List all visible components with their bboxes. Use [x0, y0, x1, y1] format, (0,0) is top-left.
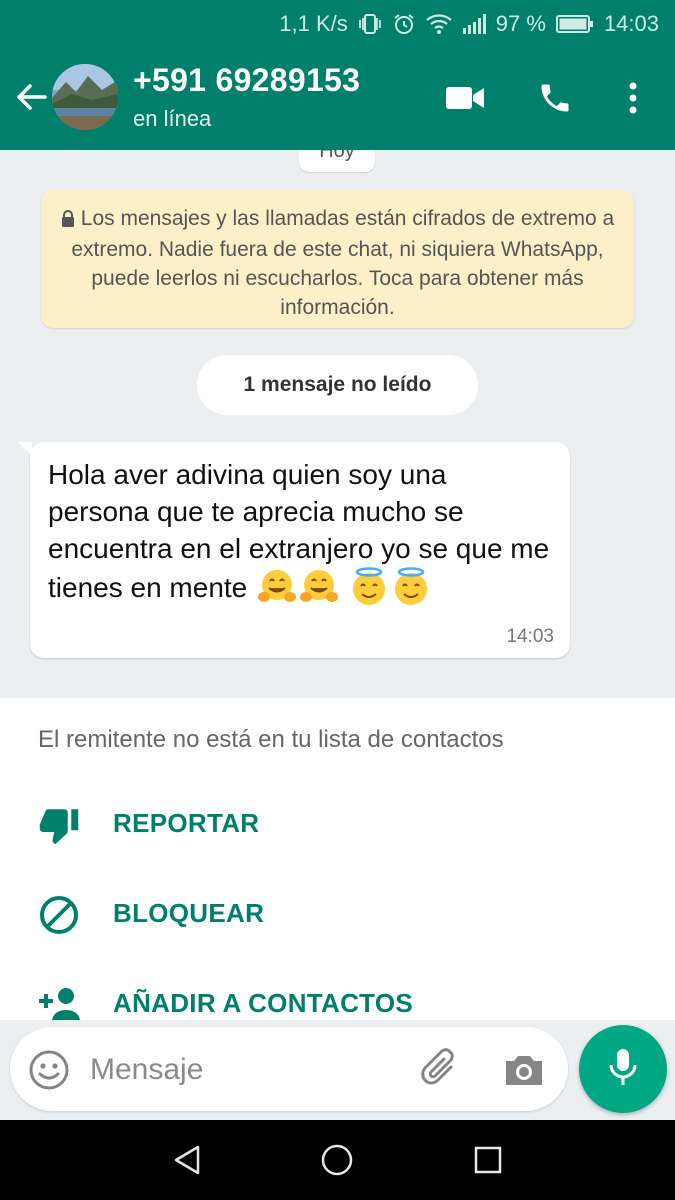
attach-icon[interactable] — [418, 1047, 464, 1093]
battery-icon — [555, 14, 594, 34]
unread-chip: 1 mensaje no leído — [197, 355, 478, 415]
clock: 14:03 — [603, 11, 659, 36]
add-to-contacts-button[interactable]: AÑADIR A CONTACTOS — [0, 970, 675, 1020]
hugging-face-icon — [299, 567, 339, 607]
message-composer — [10, 1027, 568, 1111]
encryption-text: Los mensajes y las llamadas están cifrad… — [71, 207, 615, 319]
back-triangle-icon[interactable] — [165, 1138, 209, 1182]
more-vert-icon[interactable] — [613, 78, 653, 118]
chat-header: +591 69289153 en línea — [0, 48, 675, 150]
unknown-sender-title: El remitente no está en tu lista de cont… — [38, 726, 504, 753]
chat-area[interactable]: Hoy Los mensajes y las llamadas están ci… — [0, 150, 675, 698]
alarm-icon — [392, 12, 416, 36]
lock-icon — [61, 206, 75, 235]
net-speed: 1,1 K/s — [279, 11, 348, 36]
message-text-container: Hola aver adivina quien soy una persona … — [48, 456, 552, 607]
status-bar: 1,1 K/s 97 % 14:03 — [0, 0, 675, 48]
message-time: 14:03 — [506, 626, 554, 647]
back-arrow-icon[interactable] — [12, 78, 50, 116]
phone-icon[interactable] — [535, 78, 575, 118]
signal-icon — [462, 14, 486, 34]
block-label: BLOQUEAR — [113, 898, 265, 928]
report-button[interactable]: REPORTAR — [0, 790, 675, 860]
recents-square-icon[interactable] — [466, 1138, 510, 1182]
report-label: REPORTAR — [113, 808, 260, 838]
smiling-face-with-halo-icon — [391, 567, 431, 607]
add-to-contacts-label: AÑADIR A CONTACTOS — [113, 988, 414, 1018]
system-nav-bar — [0, 1120, 675, 1200]
thumbs-down-icon — [38, 804, 80, 846]
camera-icon[interactable] — [502, 1049, 546, 1091]
mic-icon — [607, 1047, 639, 1092]
message-input[interactable] — [90, 1049, 390, 1091]
date-chip: Hoy — [299, 150, 375, 172]
smiling-face-with-halo-icon — [349, 567, 389, 607]
unknown-sender-panel: El remitente no está en tu lista de cont… — [0, 698, 675, 1020]
emoji-icon[interactable] — [28, 1049, 70, 1091]
block-button[interactable]: BLOQUEAR — [0, 880, 675, 950]
add-person-icon — [38, 984, 80, 1020]
wifi-icon — [426, 13, 452, 35]
message-bubble[interactable]: Hola aver adivina quien soy una persona … — [18, 442, 570, 658]
block-icon — [38, 894, 80, 936]
battery-percent: 97 % — [495, 11, 546, 36]
video-call-icon[interactable] — [445, 78, 485, 118]
avatar[interactable] — [52, 64, 118, 130]
home-circle-icon[interactable] — [315, 1138, 359, 1182]
contact-status: en línea — [133, 106, 212, 131]
vibrate-icon — [358, 13, 382, 35]
hugging-face-icon — [257, 567, 297, 607]
contact-name[interactable]: +591 69289153 — [133, 62, 360, 99]
encryption-notice[interactable]: Los mensajes y las llamadas están cifrad… — [41, 190, 634, 328]
mic-button[interactable] — [579, 1025, 667, 1113]
